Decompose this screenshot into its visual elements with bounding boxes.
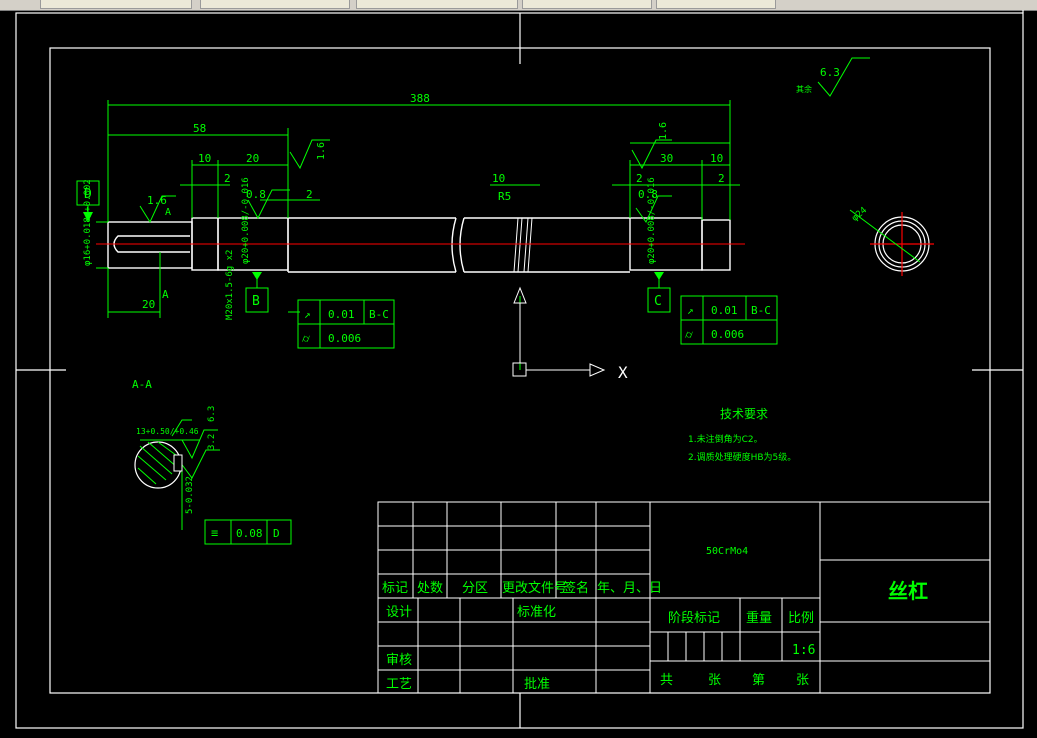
header-sign: 签名 <box>563 580 589 596</box>
ucs-icon <box>512 286 606 377</box>
section-dim2: 5-0.032 <box>185 476 195 514</box>
scale-value: 1:6 <box>792 643 815 658</box>
outer-frame <box>15 12 1024 729</box>
label-approve: 批准 <box>524 677 550 692</box>
sheet-number-label: 第 <box>752 673 765 688</box>
sheets-unit1: 张 <box>708 673 721 688</box>
section-dim1: 13+0.50/+0.46 <box>136 427 199 436</box>
tech-req-line2: 2.调质处理硬度HB为5级。 <box>688 451 796 463</box>
datum-d: D <box>84 187 92 202</box>
tol-c-ref1: B-C <box>751 304 771 317</box>
dim-mid: 10 <box>492 172 505 185</box>
datum-c: C <box>654 294 662 309</box>
cad-drawing[interactable]: 388 58 10 20 2 0.8 2 30 10 2 2 0.8 10 R5… <box>0 10 1037 734</box>
label-weight: 重量 <box>746 610 772 626</box>
dim-diam-b: φ20+0.008/-0.016 <box>241 177 251 264</box>
section-tol-val: 0.08 <box>236 527 263 540</box>
dim-key-length: 20 <box>142 298 155 311</box>
dim-total-length: 388 <box>410 92 430 105</box>
rough-left: 1.6 <box>147 194 167 207</box>
rough-c: 1.6 <box>658 122 669 140</box>
tech-req-line1: 1.未注倒角为C2。 <box>688 433 763 445</box>
shaft-outline <box>107 217 731 273</box>
drawing-canvas[interactable]: 388 58 10 20 2 0.8 2 30 10 2 2 0.8 10 R5… <box>0 10 1037 734</box>
header-zone: 分区 <box>462 581 488 596</box>
section-marker-a2: A <box>162 288 169 301</box>
dim-thread: M20x1.5-6g x2 <box>225 250 235 320</box>
label-process: 工艺 <box>386 677 412 692</box>
sheets-unit2: 张 <box>796 673 809 688</box>
dim-right1: 30 <box>660 152 673 165</box>
dim-r5: R5 <box>498 190 511 203</box>
header-change-doc: 更改文件号 <box>502 581 567 596</box>
label-design: 设计 <box>386 605 412 620</box>
label-stage: 阶段标记 <box>668 611 720 626</box>
roughness-general-label: 其余 <box>796 84 812 94</box>
inner-frame <box>49 47 991 694</box>
tol-b-val1: 0.01 <box>328 308 355 321</box>
dim-step1: 10 <box>198 152 211 165</box>
dim-step3: 2 <box>224 172 231 185</box>
section-rough1: 6.3 <box>207 406 217 422</box>
ucs-x-label: X <box>618 363 628 382</box>
label-scale: 比例 <box>788 611 814 626</box>
tech-req-title: 技术要求 <box>720 407 768 421</box>
section-tol-ref: D <box>273 527 280 540</box>
dim-step2: 20 <box>246 152 259 165</box>
dim-right4: 2 <box>718 172 725 185</box>
toolbar-tab[interactable] <box>522 0 652 9</box>
section-rough2: 3.2 <box>207 434 217 450</box>
tol-b-sym1: ↗ <box>304 308 311 321</box>
tol-c-val1: 0.01 <box>711 304 738 317</box>
tol-b-sym2: ⌭ <box>302 332 310 345</box>
section-a-a <box>134 441 183 489</box>
tol-b-ref1: B-C <box>369 308 389 321</box>
header-date: 年、月、日 <box>597 581 662 596</box>
section-marker-a: A <box>165 207 171 218</box>
dim-left-length: 58 <box>193 122 206 135</box>
view-label-a-a: A-A <box>132 378 152 391</box>
label-standard: 标准化 <box>517 605 556 620</box>
label-review: 审核 <box>386 653 412 668</box>
toolbar-tab[interactable] <box>356 0 518 9</box>
dim-diam-c: φ20+0.008/-0.016 <box>647 177 657 264</box>
tol-b-val2: 0.006 <box>328 332 361 345</box>
toolbar-tab[interactable] <box>200 0 350 9</box>
material-text: 50CrMo4 <box>706 546 748 557</box>
dim-right2: 10 <box>710 152 723 165</box>
datum-b: B <box>252 294 260 309</box>
tol-c-sym2: ⌭ <box>685 328 693 341</box>
header-mark: 标记 <box>382 581 408 596</box>
end-view <box>870 212 934 276</box>
dim-section-diam: φ24 <box>850 206 869 224</box>
tol-c-sym1: ↗ <box>687 304 694 317</box>
dim-step5: 2 <box>306 188 313 201</box>
header-count: 处数 <box>417 581 443 596</box>
rough-b: 1.6 <box>316 142 327 160</box>
section-tol-sym: ≡ <box>211 526 218 540</box>
dim-right3: 2 <box>636 172 643 185</box>
tol-c-val2: 0.006 <box>711 328 744 341</box>
sheets-total-label: 共 <box>660 673 673 688</box>
toolbar-tab[interactable] <box>40 0 192 9</box>
roughness-general: 6.3 <box>820 66 840 79</box>
toolbar-tab[interactable] <box>656 0 776 9</box>
part-name: 丝杠 <box>888 579 928 603</box>
